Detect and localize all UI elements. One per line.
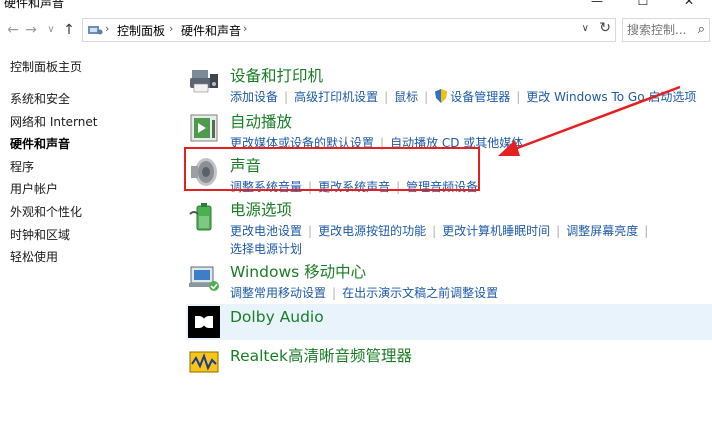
nav-item-appearance[interactable]: 外观和个性化	[10, 203, 180, 226]
left-navigation: 控制面板主页 系统和安全 网络和 Internet 硬件和声音 程序 用户帐户 …	[10, 58, 180, 271]
adjust-brightness-link[interactable]: 调整屏幕亮度	[566, 224, 638, 238]
forward-arrow-icon[interactable]: →	[22, 20, 40, 40]
up-arrow-icon[interactable]: ↑	[60, 20, 78, 40]
printer-icon	[190, 70, 218, 93]
category-title[interactable]: Windows 移动中心	[230, 260, 366, 282]
category-title[interactable]: 设备和打印机	[230, 64, 323, 86]
category-title[interactable]: Realtek高清晰音频管理器	[230, 344, 412, 366]
control-panel-home-link[interactable]: 控制面板主页	[10, 58, 180, 76]
recent-locations-icon[interactable]: ∨	[42, 20, 60, 40]
shield-icon	[435, 89, 448, 103]
category-title[interactable]: 电源选项	[230, 198, 292, 220]
minimize-button[interactable]: —	[574, 0, 620, 10]
category-links-row-2: 选择电源计划	[230, 240, 302, 257]
breadcrumb-separator: ›	[169, 22, 174, 35]
category-title[interactable]: 自动播放	[230, 110, 292, 132]
category-power-options: 电源选项 更改电池设置 | 更改电源按钮的功能 | 更改计算机睡眠时间 | 调整屏幕亮度 | …	[186, 198, 712, 256]
breadcrumb-separator[interactable]: ›	[243, 22, 247, 35]
realtek-icon	[189, 351, 219, 373]
mouse-link[interactable]: 鼠标	[394, 90, 418, 104]
add-device-link[interactable]: 添加设备	[230, 90, 278, 104]
nav-item-user-accounts[interactable]: 用户帐户	[10, 180, 180, 203]
window-title: 硬件和声音	[4, 0, 65, 10]
control-panel-icon	[88, 26, 103, 35]
close-button[interactable]: ✕	[666, 0, 712, 10]
nav-item-clock-region[interactable]: 时钟和区域	[10, 226, 180, 249]
category-autoplay: 自动播放 更改媒体或设备的默认设置 | 自动播放 CD 或其他媒体	[186, 110, 712, 150]
category-mobility-center: Windows 移动中心 调整常用移动设置 | 在出示演示文稿之前调整设置	[186, 260, 712, 300]
address-bar[interactable]: › 控制面板 › 硬件和声音 › ∨ ↻	[82, 18, 616, 42]
search-input[interactable]	[627, 22, 689, 38]
dolby-icon	[188, 306, 220, 338]
change-power-button-link[interactable]: 更改电源按钮的功能	[318, 224, 426, 238]
search-box[interactable]: ⌕	[622, 18, 710, 42]
windows-to-go-link[interactable]: 更改 Windows To Go 启动选项	[526, 90, 696, 104]
category-devices-printers: 设备和打印机 添加设备 | 高级打印机设置 | 鼠标 | 设备管理器 | 更改 Windows …	[186, 64, 712, 108]
choose-power-plan-link[interactable]: 选择电源计划	[230, 242, 302, 256]
advanced-printer-setup-link[interactable]: 高级打印机设置	[294, 90, 378, 104]
mobility-center-icon	[189, 266, 219, 291]
title-bar: 硬件和声音 — ☐ ✕	[0, 0, 712, 12]
breadcrumb-control-panel[interactable]: 控制面板	[117, 22, 165, 39]
nav-item-hardware-sound[interactable]: 硬件和声音	[10, 135, 180, 158]
nav-item-ease-of-access[interactable]: 轻松使用	[10, 248, 180, 271]
change-sleep-time-link[interactable]: 更改计算机睡眠时间	[442, 224, 550, 238]
breadcrumb-separator: ›	[105, 22, 110, 35]
presentation-settings-link[interactable]: 在出示演示文稿之前调整设置	[342, 286, 498, 300]
category-links: 添加设备 | 高级打印机设置 | 鼠标 | 设备管理器 | 更改 Windows To Go 启…	[230, 89, 697, 104]
adjust-mobility-settings-link[interactable]: 调整常用移动设置	[230, 286, 326, 300]
category-title[interactable]: Dolby Audio	[230, 308, 324, 326]
breadcrumb-hardware-sound[interactable]: 硬件和声音	[181, 22, 241, 39]
category-nav-list: 系统和安全 网络和 Internet 硬件和声音 程序 用户帐户 外观和个性化 …	[10, 90, 180, 271]
refresh-icon[interactable]: ↻	[599, 20, 611, 36]
category-dolby-audio[interactable]: Dolby Audio	[186, 304, 712, 340]
nav-item-network-internet[interactable]: 网络和 Internet	[10, 113, 180, 136]
address-row: ← → ∨ ↑ › 控制面板 › 硬件和声音 › ∨ ↻ ⌕	[0, 14, 712, 46]
nav-item-programs[interactable]: 程序	[10, 158, 180, 181]
battery-icon	[189, 203, 212, 231]
back-arrow-icon[interactable]: ←	[4, 20, 22, 40]
maximize-button[interactable]: ☐	[620, 0, 666, 10]
highlight-box	[184, 147, 480, 191]
change-battery-settings-link[interactable]: 更改电池设置	[230, 224, 302, 238]
device-manager-link[interactable]: 设备管理器	[450, 90, 510, 104]
category-links: 更改电池设置 | 更改电源按钮的功能 | 更改计算机睡眠时间 | 调整屏幕亮度 |	[230, 224, 649, 238]
category-realtek: Realtek高清晰音频管理器	[186, 344, 712, 380]
search-icon[interactable]: ⌕	[698, 22, 705, 37]
autoplay-icon	[190, 114, 218, 142]
category-links: 调整常用移动设置 | 在出示演示文稿之前调整设置	[230, 286, 499, 300]
chevron-down-icon[interactable]: ∨	[582, 23, 589, 34]
nav-item-system-security[interactable]: 系统和安全	[10, 90, 180, 113]
